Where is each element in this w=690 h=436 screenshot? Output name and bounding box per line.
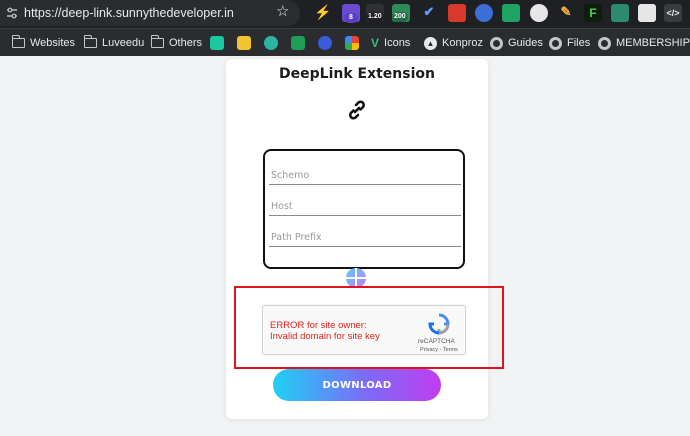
app-icon bbox=[210, 36, 224, 50]
address-bar[interactable]: https://deep-link.sunnythedeveloper.in ☆ bbox=[0, 0, 300, 26]
globe-icon bbox=[490, 36, 503, 50]
pen-extension-icon[interactable]: ✎ bbox=[557, 4, 575, 22]
bookmarks-bar: Websites Luveedu Others V Icons ▲ Konpro… bbox=[0, 28, 690, 56]
bookmark-websites[interactable]: Websites bbox=[11, 35, 76, 51]
bookmark-label: Websites bbox=[30, 37, 76, 49]
globe-icon bbox=[549, 36, 562, 50]
bookmark-unnamed-6[interactable] bbox=[345, 35, 359, 51]
extension-icon-green[interactable]: 200 bbox=[392, 4, 410, 22]
pinwheel-icon bbox=[345, 36, 359, 50]
extension-icon-gray[interactable] bbox=[530, 4, 548, 22]
page-content: DeepLink Extension ERROR for site owner: bbox=[0, 56, 690, 436]
globe-icon bbox=[598, 36, 611, 50]
extension-icon-purple[interactable]: 8 bbox=[342, 4, 360, 23]
scheme-field-wrapper bbox=[269, 161, 461, 185]
bookmark-guides[interactable]: Guides bbox=[490, 35, 543, 51]
shield-extension-icon[interactable] bbox=[502, 4, 520, 22]
bookmark-label: Files bbox=[567, 37, 591, 49]
browser-toolbar: https://deep-link.sunnythedeveloper.in ☆… bbox=[0, 0, 690, 28]
download-button[interactable]: DOWNLOAD bbox=[273, 369, 441, 401]
host-input[interactable] bbox=[269, 192, 461, 215]
bookmark-label: Guides bbox=[508, 37, 543, 49]
extension-badge: 1.20 bbox=[366, 12, 384, 22]
triangle-icon: ▲ bbox=[424, 36, 437, 50]
error-highlight-box bbox=[234, 286, 504, 369]
bookmark-label: Others bbox=[169, 37, 203, 49]
bookmark-label: Icons bbox=[384, 37, 411, 49]
folder-icon bbox=[11, 35, 25, 48]
vuetify-icon: V bbox=[371, 36, 380, 50]
folder-icon bbox=[150, 35, 164, 48]
bookmark-label: MEMBERSHIP bbox=[616, 37, 690, 49]
mail-extension-icon[interactable] bbox=[611, 4, 629, 22]
chat-extension-icon[interactable] bbox=[475, 4, 493, 22]
bookmark-unnamed-4[interactable] bbox=[291, 35, 305, 51]
link-icon bbox=[349, 100, 365, 120]
checkmark-extension-icon[interactable]: ✔ bbox=[420, 4, 438, 22]
bookmark-konproz[interactable]: ▲ Konproz bbox=[424, 35, 483, 51]
extension-icon-dark[interactable]: 1.20 bbox=[366, 4, 384, 22]
deeplink-form bbox=[263, 149, 465, 269]
bookmark-icons[interactable]: V Icons bbox=[371, 35, 410, 51]
sheets-icon bbox=[291, 36, 305, 50]
page-title: DeepLink Extension bbox=[279, 66, 435, 82]
bookmark-unnamed-2[interactable] bbox=[237, 35, 251, 51]
bookmark-unnamed-3[interactable] bbox=[264, 35, 278, 51]
bookmark-label: Konproz bbox=[442, 37, 483, 49]
scheme-input[interactable] bbox=[269, 161, 461, 184]
extension-icon-red[interactable] bbox=[448, 4, 466, 22]
add-field-button[interactable] bbox=[346, 268, 366, 288]
folder-icon bbox=[83, 35, 97, 48]
lightning-extension-icon[interactable]: ⚡ bbox=[314, 4, 332, 22]
app-icon bbox=[318, 36, 332, 50]
bookmark-label: Luveedu bbox=[102, 37, 145, 49]
bookmark-luveedu[interactable]: Luveedu bbox=[83, 35, 145, 51]
extension-badge: 200 bbox=[392, 12, 408, 22]
app-icon bbox=[264, 36, 278, 50]
bookmark-membership[interactable]: MEMBERSHIP bbox=[598, 35, 690, 51]
extension-badge: 8 bbox=[344, 13, 358, 23]
bookmark-unnamed-5[interactable] bbox=[318, 35, 332, 51]
bookmark-files[interactable]: Files bbox=[549, 35, 590, 51]
url-text[interactable]: https://deep-link.sunnythedeveloper.in bbox=[24, 6, 234, 20]
bookmark-unnamed-1[interactable] bbox=[210, 35, 224, 51]
site-info-icon[interactable] bbox=[6, 7, 18, 19]
bookmark-others[interactable]: Others bbox=[150, 35, 203, 51]
path-prefix-field-wrapper bbox=[269, 223, 461, 247]
bookmark-star-icon[interactable]: ☆ bbox=[276, 4, 289, 19]
extension-icon-light[interactable] bbox=[638, 4, 656, 22]
app-icon bbox=[237, 36, 251, 50]
host-field-wrapper bbox=[269, 192, 461, 216]
path-prefix-input[interactable] bbox=[269, 223, 461, 246]
f-extension-icon[interactable]: F bbox=[584, 4, 602, 22]
code-extension-icon[interactable]: </> bbox=[664, 4, 682, 22]
